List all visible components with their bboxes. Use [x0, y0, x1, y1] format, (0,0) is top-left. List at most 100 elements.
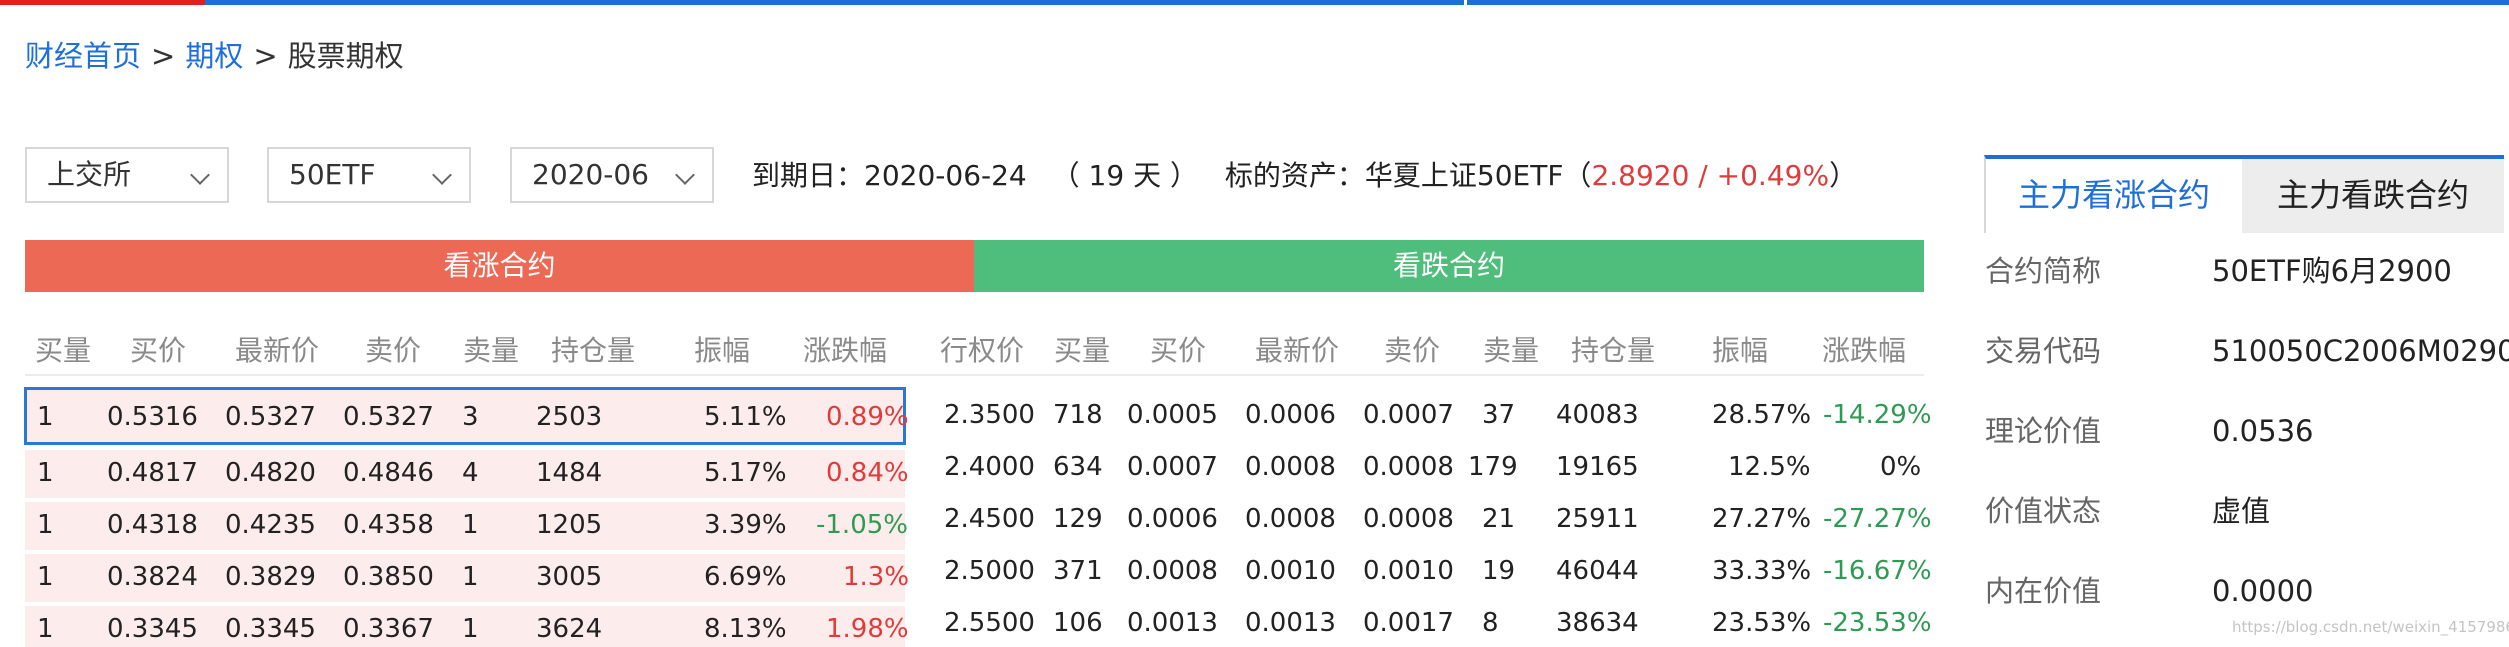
put-last-price: 0.0006 [1245, 400, 1336, 430]
month-select-value: 2020-06 [532, 158, 649, 191]
put-ask-qty: 179 [1468, 452, 1518, 482]
put-amplitude: 12.5% [1728, 452, 1811, 482]
table-header-divider [25, 374, 1924, 376]
call-bid-qty: 1 [37, 510, 54, 540]
call-last-price: 0.3345 [225, 614, 316, 644]
call-col-ask-price: 卖价 [365, 334, 422, 367]
call-bid-price: 0.4318 [107, 510, 198, 540]
put-ask-qty: 21 [1482, 504, 1516, 534]
put-ask-price: 0.0007 [1363, 400, 1454, 430]
put-ask-qty: 37 [1482, 400, 1516, 430]
call-ask-qty: 1 [462, 562, 479, 592]
detail-key-value-status: 价值状态 [1985, 494, 2102, 528]
strike-price[interactable]: 2.4500 [944, 502, 1035, 536]
strike-price[interactable]: 2.3500 [944, 398, 1035, 432]
call-bid-price: 0.3345 [107, 614, 198, 644]
put-ask-price: 0.0008 [1363, 504, 1454, 534]
chevron-down-icon [432, 165, 452, 185]
call-bid-qty: 1 [37, 458, 54, 488]
strike-price[interactable]: 2.4000 [944, 450, 1035, 484]
put-open-interest: 19165 [1556, 452, 1639, 482]
detail-key-contract-name: 合约简称 [1985, 254, 2102, 288]
put-change-pct: -14.29% [1823, 400, 1932, 430]
put-change-pct: 0% [1880, 452, 1922, 482]
put-bid-qty: 106 [1053, 608, 1103, 638]
expiry-label: 到期日： [752, 159, 865, 192]
put-col-ask-qty: 卖量 [1483, 334, 1540, 367]
detail-key-trade-code: 交易代码 [1985, 334, 2102, 368]
detail-value-contract-name: 50ETF购6月2900 [2212, 254, 2452, 288]
exchange-select[interactable]: 上交所 [25, 147, 229, 203]
put-col-open-interest: 持仓量 [1571, 334, 1656, 367]
call-open-interest: 1205 [536, 510, 603, 540]
detail-value-trade-code: 510050C2006M02900 [2212, 334, 2509, 368]
call-change-pct: 1.3% [843, 562, 910, 592]
put-last-price: 0.0008 [1245, 504, 1336, 534]
call-bid-price: 0.4817 [107, 458, 198, 488]
put-open-interest: 40083 [1556, 400, 1639, 430]
put-bid-qty: 371 [1053, 556, 1103, 586]
underlying-price-change: 2.8920 / +0.49% [1591, 159, 1830, 192]
breadcrumb-options-link[interactable]: 期权 [185, 39, 243, 73]
put-bid-price: 0.0007 [1127, 452, 1218, 482]
put-last-price: 0.0013 [1245, 608, 1336, 638]
put-bid-qty: 718 [1053, 400, 1103, 430]
call-ask-price: 0.3367 [343, 614, 434, 644]
chevron-down-icon [190, 165, 210, 185]
call-amplitude: 5.17% [704, 458, 787, 488]
put-col-ask-price: 卖价 [1384, 334, 1441, 367]
breadcrumb-separator: > [253, 39, 278, 73]
month-select[interactable]: 2020-06 [510, 147, 714, 203]
breadcrumb-home-link[interactable]: 财经首页 [25, 39, 141, 73]
expiry-info: 到期日：2020-06-24 （ 19 天 ） 标的资产：华夏上证50ETF（2… [752, 156, 1857, 196]
tab-main-call-contract[interactable]: 主力看涨合约 [1984, 155, 2242, 233]
call-last-price: 0.3829 [225, 562, 316, 592]
call-bid-qty: 1 [37, 614, 54, 644]
detail-value-intrinsic-value: 0.0000 [2212, 574, 2314, 608]
put-open-interest: 46044 [1556, 556, 1639, 586]
call-ask-qty: 3 [462, 402, 479, 432]
underlying-asset-label: 标的资产：华夏上证50ETF（ [1224, 159, 1592, 192]
put-amplitude: 23.53% [1712, 608, 1812, 638]
put-col-amplitude: 振幅 [1712, 334, 1769, 367]
call-bid-qty: 1 [37, 562, 54, 592]
top-bar-divider [1464, 0, 1467, 5]
underlying-select[interactable]: 50ETF [267, 147, 471, 203]
tab-main-put-contract[interactable]: 主力看跌合约 [2242, 155, 2504, 233]
put-ask-price: 0.0017 [1363, 608, 1454, 638]
strike-price[interactable]: 2.5000 [944, 554, 1035, 588]
call-ask-qty: 4 [462, 458, 479, 488]
put-contracts-header: 看跌合约 [974, 240, 1924, 292]
call-contracts-header: 看涨合约 [25, 240, 974, 292]
put-col-last-price: 最新价 [1255, 334, 1340, 367]
call-amplitude: 6.69% [704, 562, 787, 592]
put-open-interest: 38634 [1556, 608, 1639, 638]
main-contract-tabs: 主力看涨合约 主力看跌合约 [1984, 155, 2504, 233]
put-ask-price: 0.0008 [1363, 452, 1454, 482]
put-change-pct: -16.67% [1823, 556, 1932, 586]
breadcrumb-current: 股票期权 [287, 39, 404, 73]
put-col-bid-price: 买价 [1150, 334, 1207, 367]
call-col-bid-qty: 买量 [35, 334, 92, 367]
call-col-last-price: 最新价 [235, 334, 320, 367]
watermark: https://blog.csdn.net/weixin_41579863 [2232, 618, 2509, 636]
strike-price[interactable]: 2.5500 [944, 606, 1035, 640]
call-col-ask-qty: 卖量 [463, 334, 520, 367]
put-col-bid-qty: 买量 [1054, 334, 1111, 367]
detail-value-theoretical-value: 0.0536 [2212, 414, 2314, 448]
breadcrumb-separator: > [151, 39, 176, 73]
call-ask-price: 0.5327 [343, 402, 434, 432]
put-amplitude: 33.33% [1712, 556, 1812, 586]
call-open-interest: 3624 [536, 614, 603, 644]
call-change-pct: 1.98% [826, 614, 909, 644]
breadcrumb: 财经首页 > 期权 > 股票期权 [25, 36, 404, 76]
call-ask-price: 0.4358 [343, 510, 434, 540]
top-accent-bar [0, 0, 2509, 5]
call-open-interest: 1484 [536, 458, 603, 488]
put-open-interest: 25911 [1556, 504, 1639, 534]
put-ask-qty: 8 [1482, 608, 1499, 638]
put-bid-price: 0.0006 [1127, 504, 1218, 534]
call-ask-qty: 1 [462, 614, 479, 644]
put-amplitude: 28.57% [1712, 400, 1812, 430]
call-amplitude: 8.13% [704, 614, 787, 644]
